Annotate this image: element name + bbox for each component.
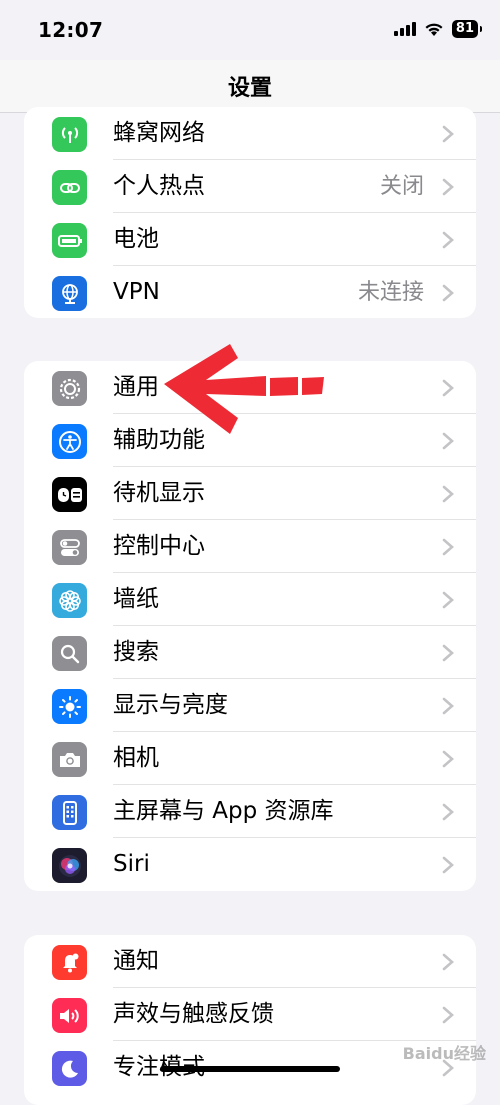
settings-row-cellular[interactable]: 蜂窝网络 xyxy=(24,107,476,160)
chevron-right-icon xyxy=(442,432,454,450)
signal-icon xyxy=(393,22,416,36)
settings-row-label: 搜索 xyxy=(113,639,159,665)
home-screen-icon xyxy=(52,795,87,830)
status-bar: 12:07 81 xyxy=(0,0,500,60)
chevron-right-icon xyxy=(442,856,454,874)
settings-row-battery[interactable]: 电池 xyxy=(24,213,476,266)
chevron-right-icon xyxy=(442,803,454,821)
chevron-right-icon xyxy=(442,284,454,302)
chevron-right-icon xyxy=(442,485,454,503)
settings-row-label: VPN xyxy=(113,279,160,305)
settings-row-value: 未连接 xyxy=(357,280,424,305)
settings-row-siri[interactable]: Siri xyxy=(24,838,476,891)
siri-icon xyxy=(52,848,87,883)
sun-icon xyxy=(52,689,87,724)
settings-row-label: 主屏幕与 App 资源库 xyxy=(113,798,334,824)
settings-row-hotspot[interactable]: 个人热点 关闭 xyxy=(24,160,476,213)
nav-bar: 设置 xyxy=(0,60,500,113)
status-icons: 81 xyxy=(393,20,483,38)
toggles-icon xyxy=(52,530,87,565)
settings-group-general: 通用 辅助功能 待机显示 控制中心 墙纸 搜索 显示与亮度 相机 主屏幕与 Ap… xyxy=(24,361,476,891)
accessibility-icon xyxy=(52,424,87,459)
flower-icon xyxy=(52,583,87,618)
settings-row-camera[interactable]: 相机 xyxy=(24,732,476,785)
settings-row-notifications[interactable]: 通知 xyxy=(24,935,476,988)
settings-row-label: Siri xyxy=(113,851,150,877)
chevron-right-icon xyxy=(442,591,454,609)
watermark: Baidu经验 xyxy=(402,1044,486,1063)
settings-row-vpn[interactable]: VPN 未连接 xyxy=(24,266,476,318)
home-indicator[interactable] xyxy=(160,1066,340,1072)
gear-icon xyxy=(52,371,87,406)
battery-icon xyxy=(52,223,87,258)
settings-row-label: 电池 xyxy=(113,226,159,252)
antenna-icon xyxy=(52,117,87,152)
battery-indicator: 81 xyxy=(451,20,483,38)
settings-group-notifications: 通知 声效与触感反馈 专注模式 xyxy=(24,935,476,1105)
settings-row-label: 蜂窝网络 xyxy=(113,120,205,146)
settings-group-network: 蜂窝网络 个人热点 关闭 电池 VPN 未连接 xyxy=(24,107,476,318)
chevron-right-icon xyxy=(442,178,454,196)
standby-icon xyxy=(52,477,87,512)
settings-row-label: 控制中心 xyxy=(113,533,205,559)
bell-icon xyxy=(52,945,87,980)
chevron-right-icon xyxy=(442,1006,454,1024)
settings-row-label: 通用 xyxy=(113,374,159,400)
settings-row-label: 墙纸 xyxy=(113,586,159,612)
chevron-right-icon xyxy=(442,644,454,662)
settings-row-display[interactable]: 显示与亮度 xyxy=(24,679,476,732)
search-icon xyxy=(52,636,87,671)
link-icon xyxy=(52,170,87,205)
chevron-right-icon xyxy=(442,750,454,768)
chevron-right-icon xyxy=(442,231,454,249)
wifi-icon xyxy=(425,23,443,36)
chevron-right-icon xyxy=(442,538,454,556)
globe-icon xyxy=(52,276,87,311)
settings-row-wallpaper[interactable]: 墙纸 xyxy=(24,573,476,626)
settings-row-label: 通知 xyxy=(113,948,159,974)
settings-row-home-screen[interactable]: 主屏幕与 App 资源库 xyxy=(24,785,476,838)
camera-icon xyxy=(52,742,87,777)
chevron-right-icon xyxy=(442,697,454,715)
settings-row-search[interactable]: 搜索 xyxy=(24,626,476,679)
chevron-right-icon xyxy=(442,379,454,397)
moon-icon xyxy=(52,1051,87,1086)
speaker-icon xyxy=(52,998,87,1033)
annotation-arrow-icon xyxy=(164,344,324,434)
chevron-right-icon xyxy=(442,125,454,143)
settings-row-label: 相机 xyxy=(113,745,159,771)
settings-row-value: 关闭 xyxy=(379,174,424,199)
chevron-right-icon xyxy=(442,953,454,971)
settings-row-label: 声效与触感反馈 xyxy=(113,1001,274,1027)
settings-row-label: 个人热点 xyxy=(113,173,205,199)
settings-row-standby[interactable]: 待机显示 xyxy=(24,467,476,520)
settings-row-label: 待机显示 xyxy=(113,480,205,506)
settings-row-sounds[interactable]: 声效与触感反馈 xyxy=(24,988,476,1041)
settings-row-control-center[interactable]: 控制中心 xyxy=(24,520,476,573)
status-time: 12:07 xyxy=(38,18,104,42)
settings-row-label: 显示与亮度 xyxy=(113,692,228,718)
page-title: 设置 xyxy=(227,76,272,101)
